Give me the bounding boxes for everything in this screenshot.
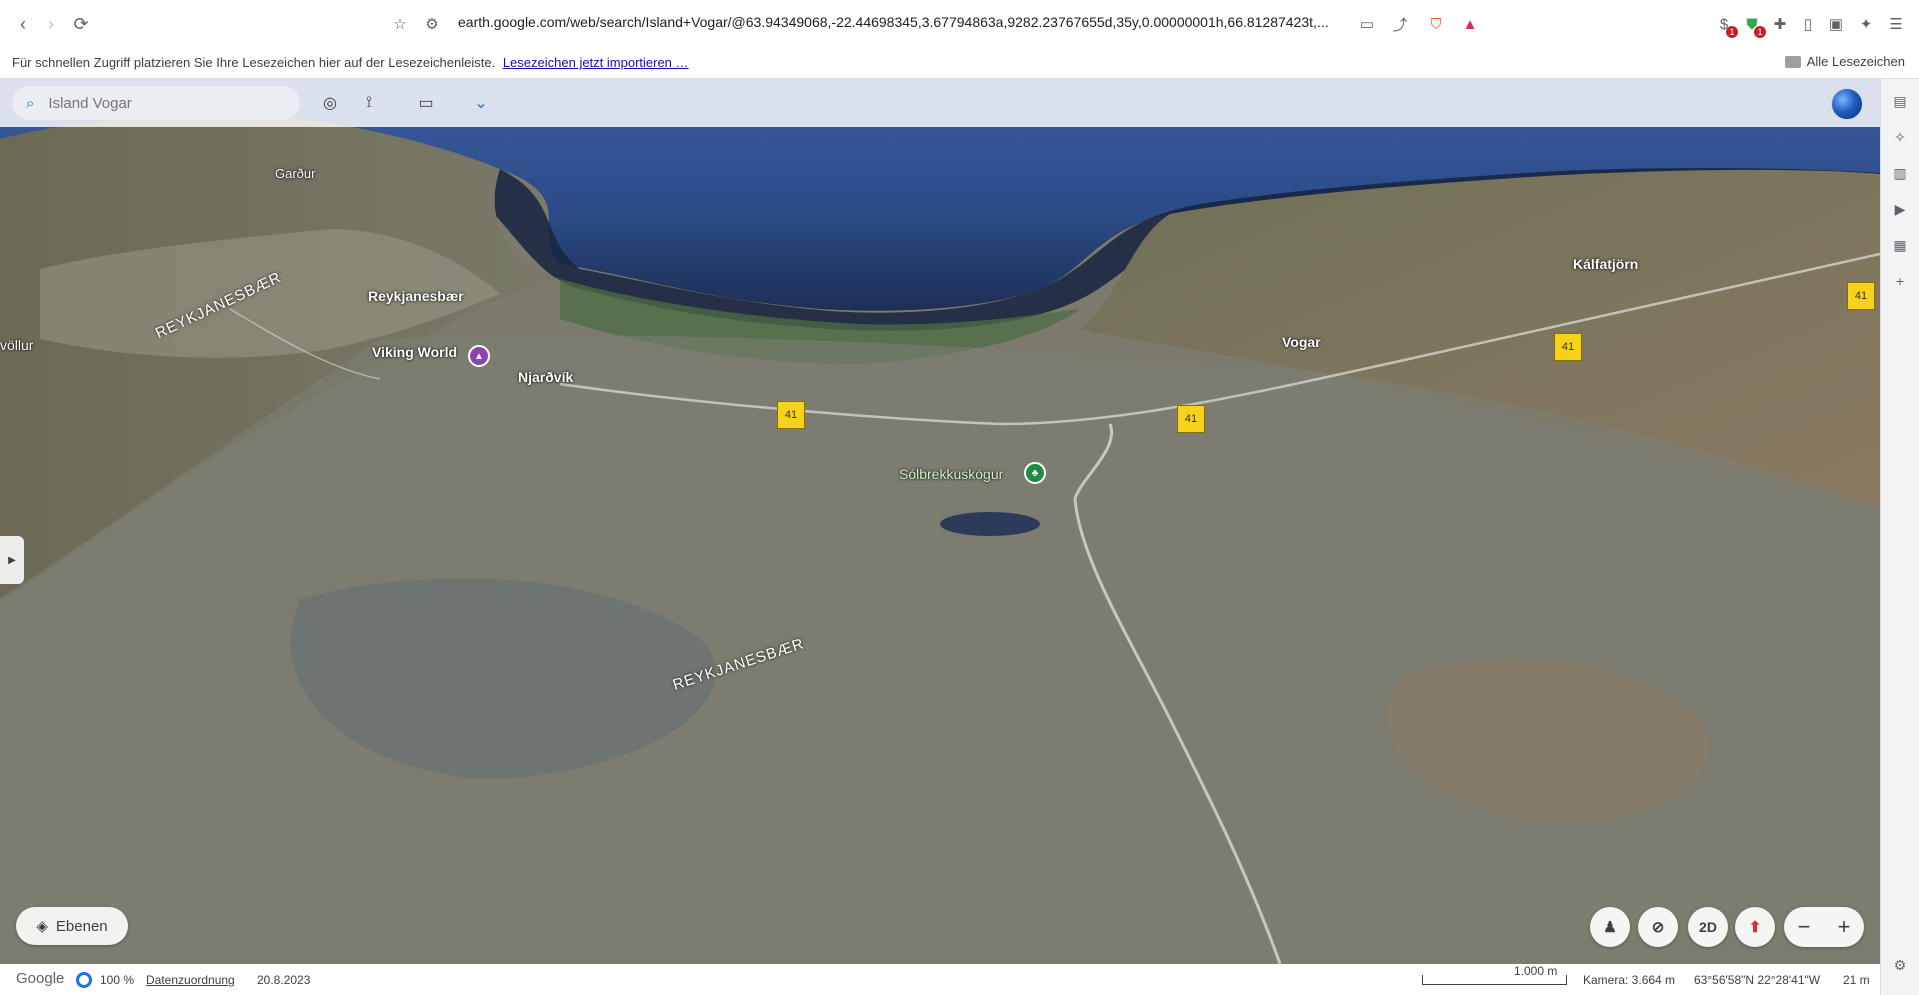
map-label-vollur[interactable]: völlur	[0, 337, 33, 353]
loading-ring-icon	[76, 972, 92, 988]
terrain-svg	[0, 79, 1880, 964]
imagery-date: 20.8.2023	[257, 973, 311, 987]
account-avatar[interactable]	[1831, 88, 1863, 120]
browser-toolbar: ‹ › ⟳ ☆ ⚙ earth.google.com/web/search/Is…	[0, 0, 1919, 46]
back-arrow-icon[interactable]: ‹	[10, 11, 36, 37]
road-shield-41: 41	[777, 401, 805, 429]
menu-icon[interactable]: ☰	[1884, 12, 1908, 36]
park-pin-icon[interactable]: ♣	[1024, 462, 1046, 484]
rotate-tilt-icon[interactable]: ⊘	[1638, 907, 1678, 947]
load-percent: 100 %	[100, 973, 135, 987]
scale-bar	[1422, 975, 1567, 985]
reading-list-side-icon[interactable]: ▦	[1890, 235, 1910, 255]
layers-icon: ◈	[36, 918, 48, 935]
add-side-icon[interactable]: +	[1890, 271, 1910, 291]
wallet-side-icon[interactable]: ▤	[1890, 91, 1910, 111]
map-label-reykjanesbaer[interactable]: Reykjanesbær	[368, 288, 464, 304]
map-label-njardvik[interactable]: Njarðvík	[518, 369, 573, 385]
leo-ai-icon[interactable]: ✦	[1854, 12, 1878, 36]
ground-elevation: 21 m	[1843, 973, 1870, 987]
bookmark-star-icon[interactable]: ☆	[388, 12, 412, 36]
layers-button[interactable]: ◈ Ebenen	[16, 907, 128, 945]
road-shield-41: 41	[1554, 333, 1582, 361]
leo-side-icon[interactable]: ✧	[1890, 127, 1910, 147]
reload-icon[interactable]: ⟳	[68, 11, 94, 37]
museum-pin-icon[interactable]: ▲	[468, 345, 490, 367]
import-bookmarks-link[interactable]: Lesezeichen jetzt importieren …	[503, 55, 689, 70]
site-info-icon[interactable]: ⚙	[420, 12, 444, 36]
expand-panel-tab[interactable]: ▶	[0, 536, 24, 584]
bookmark-bar: Für schnellen Zugriff platzieren Sie Ihr…	[0, 46, 1919, 79]
zoom-in-button[interactable]: +	[1838, 914, 1851, 940]
extensions-puzzle-icon[interactable]: ✚	[1768, 12, 1792, 36]
sidebar-toggle-icon[interactable]: ▯	[1796, 12, 1820, 36]
extension-badge: 1	[1754, 26, 1766, 38]
search-input[interactable]	[48, 94, 269, 112]
extension-1-icon[interactable]: $1	[1712, 12, 1738, 38]
chevron-down-icon[interactable]: ⌄	[469, 91, 493, 115]
search-icon[interactable]: ⌕	[26, 95, 34, 112]
share-icon[interactable]: ⤴	[1388, 12, 1412, 36]
settings-side-icon[interactable]: ⚙	[1890, 955, 1910, 975]
brave-shield-icon[interactable]: ⛉	[1424, 12, 1448, 36]
brave-rewards-icon[interactable]: ▲	[1458, 12, 1482, 36]
map-label-gardur[interactable]: Garður	[275, 166, 315, 181]
map-label-solbrekkuskogur[interactable]: Sólbrekkuskógur	[899, 466, 1003, 482]
earth-map-canvas[interactable]: Garður Reykjanesbær REYKJANESBÆR völlur …	[0, 79, 1880, 964]
wallet-icon[interactable]: ▣	[1824, 12, 1848, 36]
search-box[interactable]: ⌕	[12, 86, 300, 120]
pegman-street-view-icon[interactable]: ♟	[1590, 907, 1630, 947]
camera-altitude: Kamera: 3.664 m	[1583, 973, 1676, 987]
road-shield-41: 41	[1847, 282, 1875, 310]
map-label-kalfatjorn[interactable]: Kálfatjörn	[1573, 256, 1638, 272]
folder-icon	[1784, 55, 1801, 68]
extension-2-icon[interactable]: ⛊ 1	[1740, 12, 1766, 38]
zoom-controls: − +	[1784, 907, 1864, 947]
layers-label: Ebenen	[55, 917, 108, 935]
all-bookmarks-button[interactable]: Alle Lesezeichen	[1784, 54, 1905, 69]
earth-toolbar: ⌕ ◎ ⟟ ▭ ⌄	[0, 79, 1880, 127]
road-shield-41: 41	[1177, 405, 1205, 433]
earth-status-bar: Google 100 % Datenzuordnung 20.8.2023 1.…	[0, 964, 1880, 995]
compass-icon[interactable]: ⬆	[1735, 907, 1775, 947]
address-bar[interactable]: ☆ ⚙ earth.google.com/web/search/Island+V…	[380, 8, 1500, 38]
map-label-viking-world[interactable]: Viking World	[372, 344, 457, 360]
zoom-out-button[interactable]: −	[1798, 914, 1811, 940]
bookmark-hint: Für schnellen Zugriff platzieren Sie Ihr…	[12, 55, 689, 70]
add-path-icon[interactable]: ⟟	[357, 91, 381, 115]
cast-icon[interactable]: ▭	[1355, 12, 1379, 36]
google-logo: Google	[16, 970, 65, 987]
playlist-side-icon[interactable]: ▶	[1890, 199, 1910, 219]
add-placemark-icon[interactable]: ◎	[318, 91, 342, 115]
measure-ruler-icon[interactable]: ▭	[414, 91, 438, 115]
bookmark-hint-text: Für schnellen Zugriff platzieren Sie Ihr…	[12, 55, 496, 70]
cursor-coordinates: 63°56'58"N 22°28'41"W	[1694, 973, 1821, 987]
bookmarks-side-icon[interactable]: ▥	[1890, 163, 1910, 183]
map-label-vogar[interactable]: Vogar	[1282, 334, 1321, 350]
forward-arrow-icon[interactable]: ›	[38, 11, 64, 37]
toggle-2d-button[interactable]: 2D	[1688, 907, 1728, 947]
all-bookmarks-label: Alle Lesezeichen	[1806, 54, 1905, 69]
data-attribution-link[interactable]: Datenzuordnung	[146, 973, 235, 987]
url-text[interactable]: earth.google.com/web/search/Island+Vogar…	[458, 14, 1329, 30]
extension-badge: 1	[1726, 26, 1738, 38]
browser-sidebar: ▤ ✧ ▥ ▶ ▦ + ⚙	[1880, 79, 1919, 995]
